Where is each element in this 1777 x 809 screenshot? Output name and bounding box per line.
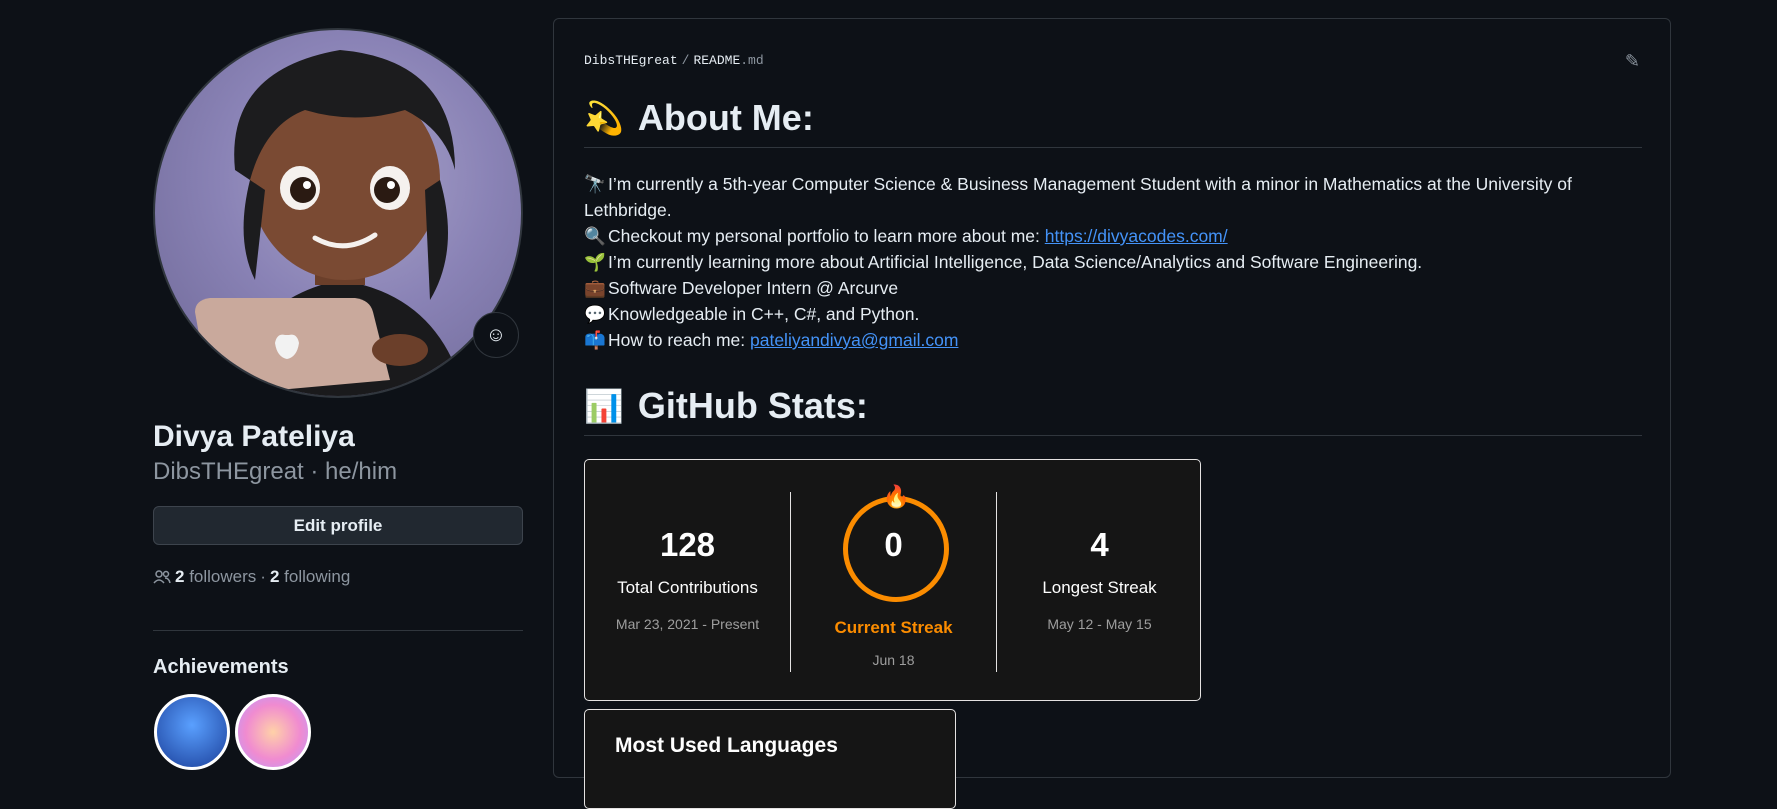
total-contributions-label: Total Contributions — [617, 578, 758, 597]
seedling-icon: 🌱 — [584, 252, 606, 272]
current-streak-value: 0 — [884, 526, 903, 563]
path-separator: / — [681, 53, 690, 68]
readme-panel: DibsTHEgreat / README.md ✎ 💫 About Me: 🔭 I’… — [553, 18, 1671, 809]
follow-stats: 2 followers · 2 following — [153, 567, 350, 587]
about-item-text: Software Developer Intern @ Arcurve — [608, 278, 899, 298]
speech-bubble-icon: 💬 — [584, 304, 606, 324]
total-contributions-column: 128 Total Contributions Mar 23, 2021 - P… — [585, 460, 790, 702]
longest-streak-value: 4 — [1090, 526, 1109, 563]
email-link[interactable]: pateliyandivya@gmail.com — [750, 330, 958, 350]
telescope-icon: 🔭 — [584, 174, 606, 194]
avatar-container: ☺ — [153, 28, 523, 398]
about-heading-text: About Me: — [637, 97, 814, 138]
followers-count: 2 — [175, 567, 185, 586]
avatar-illustration — [195, 50, 465, 396]
magnifier-icon: 🔍 — [584, 226, 606, 246]
followers-label: followers — [189, 567, 257, 586]
dizzy-icon: 💫 — [584, 100, 624, 136]
fire-icon: 🔥 — [882, 484, 910, 509]
people-icon — [153, 570, 171, 584]
about-item-text: I’m currently a 5th-year Computer Scienc… — [584, 174, 1572, 220]
readme-path: DibsTHEgreat / README.md — [584, 53, 764, 68]
path-user[interactable]: DibsTHEgreat — [584, 53, 678, 68]
set-status-button[interactable]: ☺ — [473, 312, 519, 358]
following-link[interactable]: 2 following — [270, 567, 350, 587]
about-divider — [584, 147, 1642, 148]
about-item-text: How to reach me: — [608, 330, 750, 350]
about-item-text: Checkout my personal portfolio to learn … — [608, 226, 1045, 246]
mailbox-icon: 📫 — [584, 330, 606, 350]
stats-heading-text: GitHub Stats: — [637, 385, 868, 426]
about-item: 🔍 Checkout my personal portfolio to learn… — [584, 223, 1644, 249]
smiley-icon: ☺ — [485, 323, 507, 346]
follow-separator: · — [260, 567, 266, 586]
current-streak-column: 🔥 0 Current Streak Jun 18 — [791, 460, 996, 702]
about-item: 💼 Software Developer Intern @ Arcurve — [584, 275, 1644, 301]
current-streak-range: Jun 18 — [872, 652, 915, 668]
streak-stats-card[interactable]: 128 Total Contributions Mar 23, 2021 - P… — [584, 459, 1201, 701]
sidebar-divider — [153, 630, 523, 631]
about-list: 🔭 I’m currently a 5th-year Computer Scien… — [584, 171, 1644, 353]
bar-chart-icon: 📊 — [584, 388, 624, 424]
about-item: 🌱 I’m currently learning more about Artif… — [584, 249, 1644, 275]
portfolio-link[interactable]: https://divyacodes.com/ — [1045, 226, 1228, 246]
longest-streak-range: May 12 - May 15 — [1047, 616, 1152, 632]
profile-sidebar: ☺ Divya Pateliya DibsTHEgreat · he/him E… — [153, 0, 523, 770]
following-label: following — [284, 567, 351, 586]
followers-link[interactable]: 2 followers — [175, 567, 256, 587]
achievement-badge-yolo[interactable] — [235, 694, 311, 770]
achievement-badge-shark[interactable] — [154, 694, 230, 770]
profile-login: DibsTHEgreat · he/him — [153, 458, 398, 485]
about-item: 💬 Knowledgeable in C++, C#, and Python. — [584, 301, 1644, 327]
stats-divider — [584, 435, 1642, 436]
path-ext: .md — [740, 53, 764, 68]
edit-profile-button[interactable]: Edit profile — [153, 506, 523, 545]
stats-heading: 📊 GitHub Stats: — [584, 385, 868, 427]
languages-card-title: Most Used Languages — [615, 734, 838, 757]
achievements-title[interactable]: Achievements — [153, 656, 289, 679]
following-count: 2 — [269, 567, 280, 586]
about-item: 🔭 I’m currently a 5th-year Computer Scien… — [584, 171, 1644, 223]
path-file: README — [693, 53, 741, 68]
briefcase-icon: 💼 — [584, 278, 606, 298]
about-item-text: Knowledgeable in C++, C#, and Python. — [608, 304, 920, 324]
profile-name: Divya Pateliya — [153, 420, 355, 453]
total-contributions-range: Mar 23, 2021 - Present — [615, 616, 760, 632]
avatar[interactable] — [153, 28, 523, 398]
most-used-languages-card[interactable]: Most Used Languages — [584, 709, 956, 809]
edit-readme-pencil-icon[interactable]: ✎ — [1625, 51, 1640, 72]
longest-streak-label: Longest Streak — [1042, 578, 1157, 597]
current-streak-label: Current Streak — [834, 618, 953, 637]
about-item: 📫 How to reach me: pateliyandivya@gmail.c… — [584, 327, 1644, 353]
total-contributions-value: 128 — [659, 526, 716, 563]
about-item-text: I’m currently learning more about Artifi… — [608, 252, 1423, 272]
longest-streak-column: 4 Longest Streak May 12 - May 15 — [997, 460, 1202, 702]
about-heading: 💫 About Me: — [584, 97, 814, 139]
